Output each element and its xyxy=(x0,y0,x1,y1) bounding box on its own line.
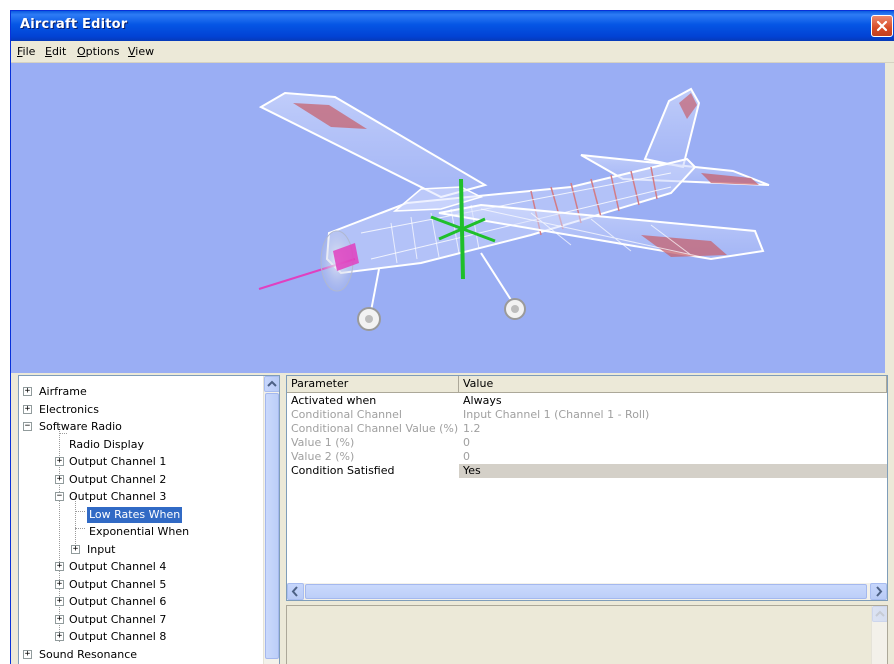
close-button[interactable] xyxy=(871,15,893,37)
parameter-value[interactable]: Yes xyxy=(463,464,481,478)
far-wing xyxy=(258,91,488,199)
tree-item-label: Output Channel 3 xyxy=(69,490,167,503)
expand-toggle[interactable]: + xyxy=(55,632,64,641)
scroll-up-button[interactable] xyxy=(264,376,279,392)
expand-toggle[interactable]: + xyxy=(55,615,64,624)
aircraft-model xyxy=(258,87,770,331)
parameter-name: Value 2 (%) xyxy=(291,450,355,463)
parameter-name: Value 1 (%) xyxy=(291,436,355,449)
tree-item-label: Output Channel 7 xyxy=(69,613,167,626)
tree-item-label-selected: Low Rates When xyxy=(87,507,183,523)
expand-toggle[interactable]: + xyxy=(55,457,64,466)
tree-branch-line xyxy=(75,511,85,512)
grid-row-conditional-channel-value: Conditional Channel Value (%) 1.2 xyxy=(287,422,887,436)
aircraft-editor-window: Aircraft Editor File Edit Options View +… xyxy=(10,10,894,664)
menu-options-accel: O xyxy=(77,45,86,58)
title-bar[interactable]: Aircraft Editor xyxy=(11,11,894,41)
grid-header: Parameter Value xyxy=(287,376,887,393)
tree-item-label: Electronics xyxy=(39,403,99,416)
parameter-value: 0 xyxy=(463,450,470,463)
expand-toggle[interactable]: + xyxy=(23,650,32,659)
scroll-up-button[interactable] xyxy=(872,606,887,622)
description-panel xyxy=(286,605,888,664)
menu-options[interactable]: Options xyxy=(77,45,119,58)
menu-bar: File Edit Options View xyxy=(11,41,894,63)
parameter-name: Conditional Channel Value (%) xyxy=(291,422,459,435)
collapse-toggle[interactable]: − xyxy=(23,422,32,431)
grid-row-value-2: Value 2 (%) 0 xyxy=(287,450,887,464)
parameter-name: Condition Satisfied xyxy=(291,464,395,477)
aircraft-3d-viewport[interactable] xyxy=(11,63,885,373)
parameter-name: Activated when xyxy=(291,394,377,407)
grid-row-condition-satisfied[interactable]: Condition Satisfied Yes xyxy=(287,464,887,478)
scroll-thumb[interactable] xyxy=(265,393,279,659)
expand-toggle[interactable]: + xyxy=(55,562,64,571)
parameter-value: 0 xyxy=(463,436,470,449)
scroll-right-button[interactable] xyxy=(870,583,887,600)
grid-row-activated-when[interactable]: Activated when Always xyxy=(287,394,887,408)
parameter-value: Input Channel 1 (Channel 1 - Roll) xyxy=(463,408,650,421)
menu-options-label: ptions xyxy=(85,45,120,58)
parameter-value[interactable]: Always xyxy=(463,394,502,408)
tree-item-label: Exponential When xyxy=(89,525,190,538)
tree-item-label: Output Channel 4 xyxy=(69,560,167,573)
property-grid[interactable]: Parameter Value Activated when Always Co… xyxy=(286,375,888,601)
expand-toggle[interactable]: + xyxy=(23,405,32,414)
tree-item-label: Software Radio xyxy=(39,420,122,433)
tree-item-label: Output Channel 1 xyxy=(69,455,167,468)
column-header-value[interactable]: Value xyxy=(459,376,887,393)
tree-item-label: Radio Display xyxy=(69,438,144,451)
menu-view[interactable]: View xyxy=(128,45,154,58)
collapse-toggle[interactable]: − xyxy=(55,492,64,501)
grid-row-value-1: Value 1 (%) 0 xyxy=(287,436,887,450)
close-icon xyxy=(876,20,888,32)
parameter-name: Conditional Channel xyxy=(291,408,402,421)
chevron-up-icon xyxy=(875,610,885,617)
chevron-left-icon xyxy=(291,586,298,597)
tree-item-label: Output Channel 2 xyxy=(69,473,167,486)
expand-toggle[interactable]: + xyxy=(55,597,64,606)
vertical-fin xyxy=(643,87,701,169)
menu-edit-accel: E xyxy=(45,45,52,58)
window-title: Aircraft Editor xyxy=(20,17,128,32)
description-vertical-scrollbar[interactable] xyxy=(871,606,887,664)
expand-toggle[interactable]: + xyxy=(71,545,80,554)
expand-toggle[interactable]: + xyxy=(23,387,32,396)
tree-item-label: Input xyxy=(87,543,116,556)
expand-toggle[interactable]: + xyxy=(55,475,64,484)
tree-vertical-scrollbar[interactable] xyxy=(263,376,279,664)
menu-edit[interactable]: Edit xyxy=(45,45,66,58)
parameter-value: 1.2 xyxy=(463,422,481,435)
menu-edit-label: dit xyxy=(51,45,67,58)
aircraft-tree[interactable]: + Airframe + Electronics − Software Radi… xyxy=(18,375,280,664)
value-highlight xyxy=(459,464,887,478)
menu-file-label: ile xyxy=(22,45,36,58)
tree-item-label: Output Channel 6 xyxy=(69,595,167,608)
chevron-up-icon xyxy=(267,380,277,387)
scroll-left-button[interactable] xyxy=(287,583,304,600)
expand-toggle[interactable]: + xyxy=(55,580,64,589)
tree-item-label: Output Channel 8 xyxy=(69,630,167,643)
grid-row-conditional-channel: Conditional Channel Input Channel 1 (Cha… xyxy=(287,408,887,422)
menu-view-label: iew xyxy=(135,45,155,58)
scroll-thumb[interactable] xyxy=(305,584,867,599)
tree-item-label: Sound Resonance xyxy=(39,648,138,661)
tree-item-label: Output Channel 5 xyxy=(69,578,167,591)
grid-horizontal-scrollbar[interactable] xyxy=(287,583,887,600)
chevron-right-icon xyxy=(876,586,883,597)
menu-file[interactable]: File xyxy=(17,45,35,58)
column-header-parameter[interactable]: Parameter xyxy=(287,376,459,393)
tree-branch-line xyxy=(75,528,85,529)
tree-item-label: Airframe xyxy=(39,385,87,398)
